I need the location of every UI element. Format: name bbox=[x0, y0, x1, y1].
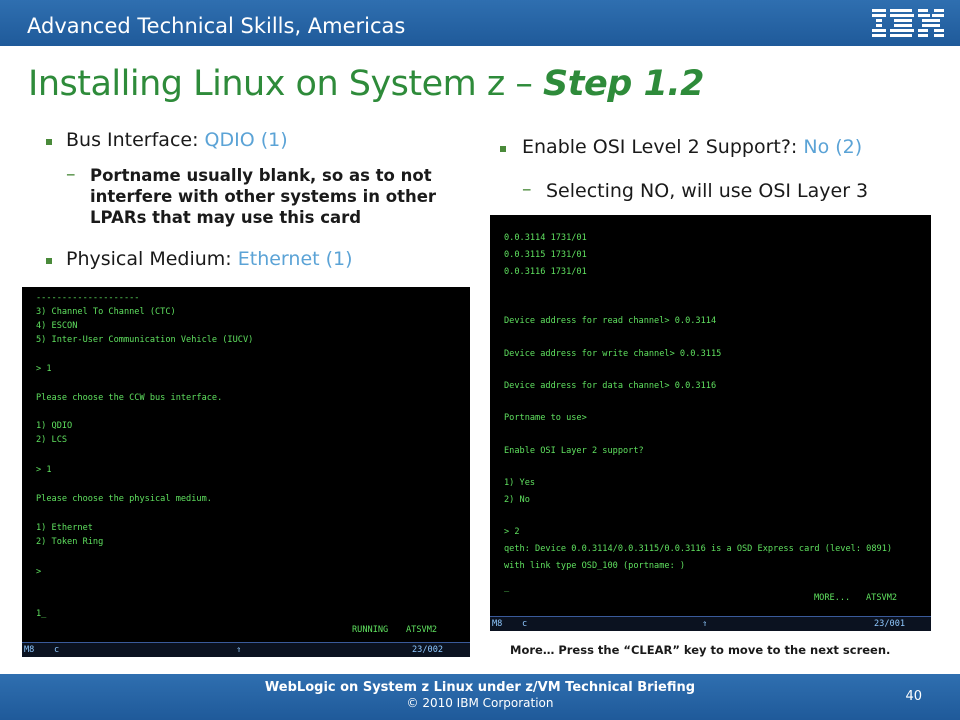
terminal-screenshot-right: 0.0.3114 1731/01 0.0.3115 1731/01 0.0.31… bbox=[490, 215, 931, 631]
terminal-line: 1) Ethernet bbox=[36, 523, 93, 533]
terminal-bar-mode: M8 bbox=[492, 619, 503, 629]
terminal-line: Please choose the physical medium. bbox=[36, 494, 212, 504]
terminal-line: 0.0.3115 1731/01 bbox=[504, 250, 587, 260]
terminal-line: > 2 bbox=[504, 527, 520, 537]
terminal-line: -------------------- bbox=[36, 293, 140, 303]
slide-title: Installing Linux on System z – Step 1.2 bbox=[28, 64, 704, 104]
physical-medium-value: Ethernet (1) bbox=[237, 248, 353, 270]
terminal-line: 0.0.3116 1731/01 bbox=[504, 267, 587, 277]
up-arrow-icon: ⇑ bbox=[236, 645, 242, 655]
terminal-status-running: RUNNING bbox=[352, 625, 389, 635]
osi-support-value: No (2) bbox=[803, 136, 863, 158]
terminal-bar-position: 23/001 bbox=[874, 619, 906, 629]
terminal-status-host: ATSVM2 bbox=[866, 593, 898, 603]
footer-title: WebLogic on System z Linux under z/VM Te… bbox=[264, 680, 696, 695]
org-name: Advanced Technical Skills, Americas bbox=[27, 14, 406, 38]
terminal-line: > 1 bbox=[36, 465, 52, 475]
up-arrow-icon: ⇑ bbox=[702, 619, 708, 629]
dash-icon: – bbox=[522, 178, 532, 200]
header-bar: Advanced Technical Skills, Americas bbox=[0, 0, 960, 46]
terminal-line: 5) Inter-User Communication Vehicle (IUC… bbox=[36, 335, 254, 345]
title-main: Installing Linux on System z – bbox=[28, 64, 544, 104]
terminal-line: Device address for data channel> 0.0.311… bbox=[504, 381, 717, 391]
terminal-line: > bbox=[36, 567, 42, 577]
terminal-line: 2) Token Ring bbox=[36, 537, 104, 547]
terminal-line: Enable OSI Layer 2 support? bbox=[504, 446, 644, 456]
bus-interface-value: QDIO (1) bbox=[204, 129, 288, 151]
terminal-line: 1) QDIO bbox=[36, 421, 73, 431]
terminal-status-bar: M8 c ⇑ 23/001 bbox=[490, 616, 931, 631]
title-step: Step 1.2 bbox=[543, 64, 704, 104]
terminal-line: 1) Yes bbox=[504, 478, 536, 488]
bus-interface-bullet: Bus Interface: QDIO (1) bbox=[66, 129, 288, 151]
bullet-square-icon bbox=[46, 258, 52, 264]
terminal-status-host: ATSVM2 bbox=[406, 625, 438, 635]
terminal-status-more: MORE... bbox=[814, 593, 851, 603]
portname-note-line-1: Portname usually blank, so as to not bbox=[90, 166, 432, 185]
terminal-line: with link type OSD_100 (portname: ) bbox=[504, 561, 686, 571]
page-number: 40 bbox=[905, 689, 922, 704]
terminal-line: 0.0.3114 1731/01 bbox=[504, 233, 587, 243]
terminal-line: Please choose the CCW bus interface. bbox=[36, 393, 223, 403]
osi-support-label: Enable OSI Level 2 Support?: bbox=[522, 136, 804, 158]
physical-medium-label: Physical Medium: bbox=[66, 248, 238, 270]
terminal-bar-c: c bbox=[54, 645, 60, 655]
portname-note-line-2: interfere with other systems in other bbox=[90, 187, 437, 206]
bullet-square-icon bbox=[500, 146, 506, 152]
terminal-line: 3) Channel To Channel (CTC) bbox=[36, 307, 176, 317]
terminal-line: Device address for read channel> 0.0.311… bbox=[504, 316, 717, 326]
dash-icon: – bbox=[66, 163, 76, 185]
bullet-square-icon bbox=[46, 139, 52, 145]
bus-interface-label: Bus Interface: bbox=[66, 129, 205, 151]
osi-support-bullet: Enable OSI Level 2 Support?: No (2) bbox=[522, 136, 862, 158]
ibm-logo-icon bbox=[872, 9, 944, 37]
terminal-line: 4) ESCON bbox=[36, 321, 78, 331]
osi-layer-note: Selecting NO, will use OSI Layer 3 bbox=[546, 180, 869, 202]
portname-note-line-3: LPARs that may use this card bbox=[90, 208, 362, 227]
terminal-line: > 1 bbox=[36, 364, 52, 374]
terminal-line: Device address for write channel> 0.0.31… bbox=[504, 349, 722, 359]
footer-copyright: © 2010 IBM Corporation bbox=[406, 696, 554, 710]
terminal-line: Portname to use> bbox=[504, 413, 587, 423]
terminal-bar-mode: M8 bbox=[24, 645, 35, 655]
physical-medium-bullet: Physical Medium: Ethernet (1) bbox=[66, 248, 353, 270]
terminal-bar-c: c bbox=[522, 619, 528, 629]
terminal-line: qeth: Device 0.0.3114/0.0.3115/0.0.3116 … bbox=[504, 544, 893, 554]
terminal-line: 2) LCS bbox=[36, 435, 68, 445]
terminal-line: 2) No bbox=[504, 495, 530, 505]
terminal-input-line[interactable]: 1_ bbox=[36, 609, 46, 619]
terminal-caption: More… Press the “CLEAR” key to move to t… bbox=[510, 643, 891, 657]
terminal-input-line[interactable]: _ bbox=[504, 583, 509, 593]
terminal-status-bar: M8 c ⇑ 23/002 bbox=[22, 642, 470, 657]
terminal-screenshot-left: -------------------- 3) Channel To Chann… bbox=[22, 287, 470, 657]
terminal-bar-position: 23/002 bbox=[412, 645, 444, 655]
